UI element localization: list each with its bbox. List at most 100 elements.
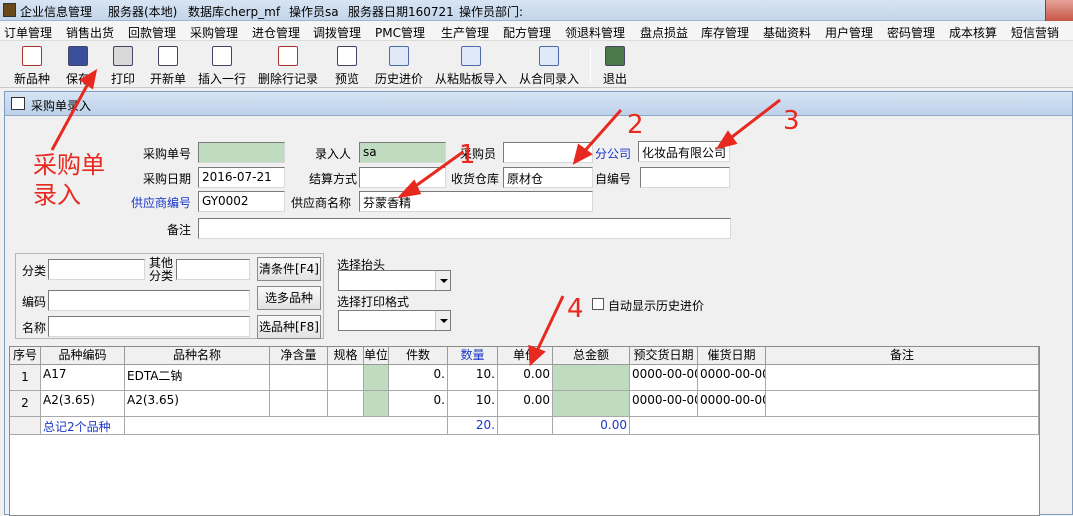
menu-item[interactable]: 库存管理 xyxy=(701,24,749,41)
menu-item[interactable]: 订单管理 xyxy=(4,24,52,41)
menu-item[interactable]: 生产管理 xyxy=(441,24,489,41)
menu-item[interactable]: 销售出货 xyxy=(66,24,114,41)
item-code-cell[interactable]: A2(3.65) xyxy=(41,391,125,417)
delivery-date-cell[interactable]: 0000-00-00 xyxy=(630,365,698,391)
items-grid: 序号 品种编码 品种名称 净含量 规格 单位 件数 数量 单价 总金额 预交货日… xyxy=(9,346,1040,516)
column-header[interactable]: 总金额 xyxy=(553,347,630,365)
other-category-label: 其他分类 xyxy=(148,256,173,283)
menu-item[interactable]: 短信营销 xyxy=(1011,24,1059,41)
print-format-select[interactable] xyxy=(338,310,451,331)
remark-cell[interactable] xyxy=(766,391,1039,417)
pieces-cell[interactable]: 0. xyxy=(389,365,448,391)
supplier-code-field[interactable]: GY0002 xyxy=(198,191,285,212)
branch-label[interactable]: 分公司 xyxy=(595,145,631,162)
unit-cell[interactable] xyxy=(364,391,389,417)
delivery-date-cell[interactable]: 0000-00-00 xyxy=(630,391,698,417)
unit-price-cell[interactable]: 0.00 xyxy=(498,365,553,391)
menu-item[interactable]: 成本核算 xyxy=(949,24,997,41)
delete-row-icon xyxy=(278,46,298,66)
branch-field[interactable]: 化妆品有限公司 xyxy=(638,141,730,162)
delete-row-button[interactable]: 删除行记录 xyxy=(255,43,321,87)
toolbar-label: 保存 xyxy=(65,72,90,86)
settle-field[interactable] xyxy=(359,167,446,188)
column-header[interactable]: 单位 xyxy=(364,347,389,365)
buyer-field[interactable] xyxy=(503,142,593,163)
quantity-cell[interactable]: 10. xyxy=(448,391,498,417)
multi-select-button[interactable]: 选多品种 xyxy=(257,286,321,310)
column-header[interactable]: 单价 xyxy=(498,347,553,365)
column-header[interactable]: 品种编码 xyxy=(41,347,125,365)
net-cell[interactable] xyxy=(270,365,328,391)
menu-item[interactable]: 配方管理 xyxy=(503,24,551,41)
item-name-cell[interactable]: A2(3.65) xyxy=(125,391,270,417)
purchase-order-window: 采购单录入 采购单号 录入人 sa 采购员 分公司 化妆品有限公司 采购日期 2… xyxy=(4,91,1073,516)
remark-field[interactable] xyxy=(198,218,731,239)
menu-item[interactable]: 领退料管理 xyxy=(565,24,625,41)
entered-by-field[interactable]: sa xyxy=(359,142,446,163)
unit-cell[interactable] xyxy=(364,365,389,391)
amount-cell[interactable] xyxy=(553,391,630,417)
header-select[interactable] xyxy=(338,270,451,291)
insert-row-button[interactable]: 插入一行 xyxy=(195,43,249,87)
new-item-button[interactable]: 新品种 xyxy=(10,43,54,87)
column-header[interactable]: 品种名称 xyxy=(125,347,270,365)
unit-price-cell[interactable]: 0.00 xyxy=(498,391,553,417)
column-header[interactable]: 件数 xyxy=(389,347,448,365)
print-button[interactable]: 打印 xyxy=(105,43,141,87)
order-no-field[interactable] xyxy=(198,142,285,163)
new-doc-button[interactable]: 开新单 xyxy=(147,43,189,87)
exit-button[interactable]: 退出 xyxy=(598,43,632,87)
menu-item[interactable]: 基础资料 xyxy=(763,24,811,41)
urge-date-cell[interactable]: 0000-00-00 xyxy=(698,365,766,391)
preview-button[interactable]: 预览 xyxy=(330,43,364,87)
history-price-button[interactable]: 历史进价 xyxy=(372,43,426,87)
menu-item[interactable]: 回款管理 xyxy=(128,24,176,41)
auto-history-label: 自动显示历史进价 xyxy=(608,299,705,313)
net-cell[interactable] xyxy=(270,391,328,417)
menu-item[interactable]: 盘点损益 xyxy=(640,24,688,41)
menu-item[interactable]: 进仓管理 xyxy=(252,24,300,41)
annotation-number-2: 2 xyxy=(627,110,644,140)
name-filter-field[interactable] xyxy=(48,316,250,337)
menu-item[interactable]: 密码管理 xyxy=(887,24,935,41)
purchase-date-field[interactable]: 2016-07-21 xyxy=(198,167,285,188)
code-filter-field[interactable] xyxy=(48,290,250,311)
urge-date-cell[interactable]: 0000-00-00 xyxy=(698,391,766,417)
column-header[interactable]: 净含量 xyxy=(270,347,328,365)
spec-cell[interactable] xyxy=(328,391,364,417)
column-header[interactable]: 序号 xyxy=(10,347,41,365)
menu-item[interactable]: 用户管理 xyxy=(825,24,873,41)
other-category-field[interactable] xyxy=(176,259,250,280)
close-window-button[interactable] xyxy=(1045,0,1073,21)
column-header[interactable]: 预交货日期 xyxy=(630,347,698,365)
contract-import-button[interactable]: 从合同录入 xyxy=(516,43,582,87)
category-field[interactable] xyxy=(48,259,145,280)
item-name-cell[interactable]: EDTA二钠 xyxy=(125,365,270,391)
supplier-code-label[interactable]: 供应商编号 xyxy=(131,194,191,211)
preview-icon xyxy=(337,46,357,66)
save-icon xyxy=(68,46,88,66)
pieces-cell[interactable]: 0. xyxy=(389,391,448,417)
menu-item[interactable]: 采购管理 xyxy=(190,24,238,41)
column-header[interactable]: 规格 xyxy=(328,347,364,365)
auto-history-checkbox[interactable] xyxy=(592,298,604,310)
supplier-name-field[interactable]: 芬蒙香精 xyxy=(359,191,593,212)
summary-empty xyxy=(498,417,553,435)
amount-cell[interactable] xyxy=(553,365,630,391)
clipboard-import-button[interactable]: 从粘贴板导入 xyxy=(432,43,510,87)
selfno-field[interactable] xyxy=(640,167,730,188)
spec-cell[interactable] xyxy=(328,365,364,391)
clear-filter-button[interactable]: 清条件[F4] xyxy=(257,257,321,281)
remark-cell[interactable] xyxy=(766,365,1039,391)
column-header[interactable]: 数量 xyxy=(448,347,498,365)
column-header[interactable]: 备注 xyxy=(766,347,1039,365)
save-button[interactable]: 保存 xyxy=(60,43,96,87)
item-code-cell[interactable]: A17 xyxy=(41,365,125,391)
menu-item[interactable]: 调拨管理 xyxy=(313,24,361,41)
quantity-cell[interactable]: 10. xyxy=(448,365,498,391)
column-header[interactable]: 催货日期 xyxy=(698,347,766,365)
new-doc-icon xyxy=(158,46,178,66)
menu-item[interactable]: PMC管理 xyxy=(375,24,425,41)
select-item-button[interactable]: 选品种[F8] xyxy=(257,315,321,339)
warehouse-field[interactable]: 原材仓 xyxy=(503,167,593,188)
